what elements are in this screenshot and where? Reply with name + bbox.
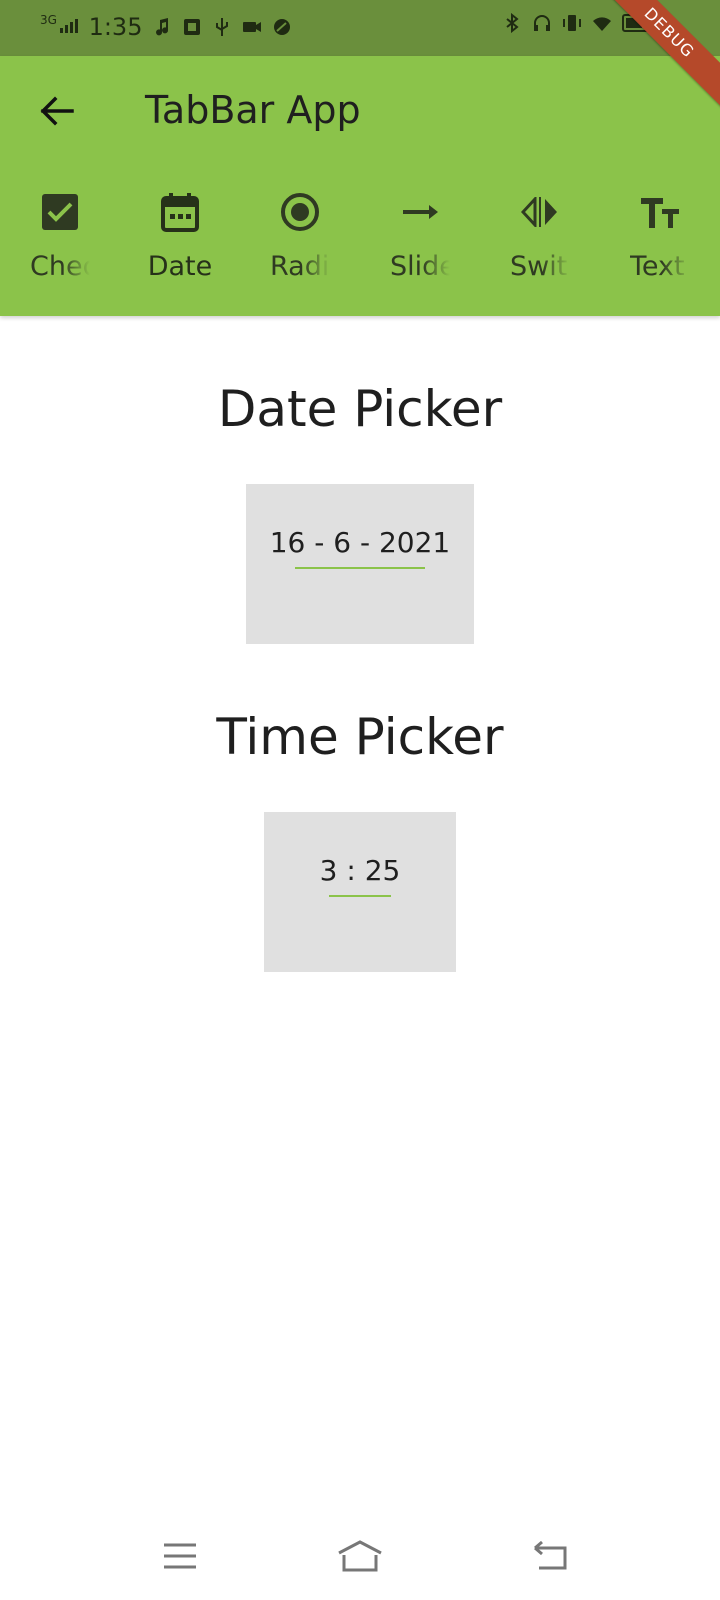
tab-label: Slide: [390, 251, 450, 282]
video-icon: [243, 22, 262, 32]
home-icon: [338, 1540, 382, 1572]
time-value: 3 : 25: [319, 854, 401, 887]
tab-label: Swit: [510, 251, 570, 282]
tab-checkbox[interactable]: Chec: [0, 191, 120, 316]
status-time: 1:35: [88, 13, 143, 41]
radio-icon: [279, 191, 321, 233]
tab-radio[interactable]: Radi: [240, 191, 360, 316]
debug-banner-container: DEBUG: [560, 0, 720, 160]
tab-slider[interactable]: Slide: [360, 191, 480, 316]
status-bar-left: 3G 1:35: [40, 13, 292, 41]
usb-settings-icon: [184, 19, 201, 35]
usb-icon: [216, 18, 229, 36]
system-nav-bar: [0, 1520, 720, 1600]
text-fields-icon: [639, 191, 681, 233]
headphones-icon: [534, 15, 550, 31]
home-button[interactable]: [336, 1538, 384, 1574]
date-picker-title: Date Picker: [217, 380, 503, 438]
tab-label: Radi: [270, 251, 330, 282]
tab-label: Chec: [30, 251, 90, 282]
date-underline: [295, 567, 425, 569]
tab-label: Text: [630, 251, 690, 282]
time-picker-title: Time Picker: [216, 708, 504, 766]
network-indicator: 3G: [40, 13, 79, 41]
app-title: TabBar App: [145, 88, 361, 132]
switch-icon: [519, 191, 561, 233]
calendar-icon: [159, 191, 201, 233]
tab-text[interactable]: Text: [600, 191, 720, 316]
back-nav-button[interactable]: [528, 1538, 572, 1574]
time-picker-button[interactable]: 3 : 25: [264, 812, 456, 972]
network-type: 3G: [40, 13, 57, 27]
music-icon: [156, 18, 169, 36]
tab-date[interactable]: Date: [120, 191, 240, 316]
leaf-icon: [274, 19, 291, 35]
menu-button[interactable]: [158, 1538, 202, 1574]
time-underline: [329, 895, 391, 897]
tab-indicator: [120, 446, 240, 451]
date-picker-button[interactable]: 16 - 6 - 2021: [246, 484, 474, 644]
tab-bar: Chec Date Radi Slide Swit Text: [0, 191, 720, 451]
tab-label: Date: [147, 251, 213, 282]
return-icon: [534, 1540, 567, 1570]
checkbox-icon: [39, 191, 81, 233]
back-button[interactable]: [36, 90, 78, 132]
arrow-right-icon: [399, 191, 441, 233]
date-value: 16 - 6 - 2021: [269, 526, 451, 559]
debug-banner: DEBUG: [591, 0, 720, 111]
bluetooth-icon: [506, 13, 519, 33]
tab-switch[interactable]: Swit: [480, 191, 600, 316]
arrow-back-icon: [40, 96, 74, 126]
menu-icon: [164, 1543, 196, 1569]
signal-icon: [59, 19, 78, 33]
